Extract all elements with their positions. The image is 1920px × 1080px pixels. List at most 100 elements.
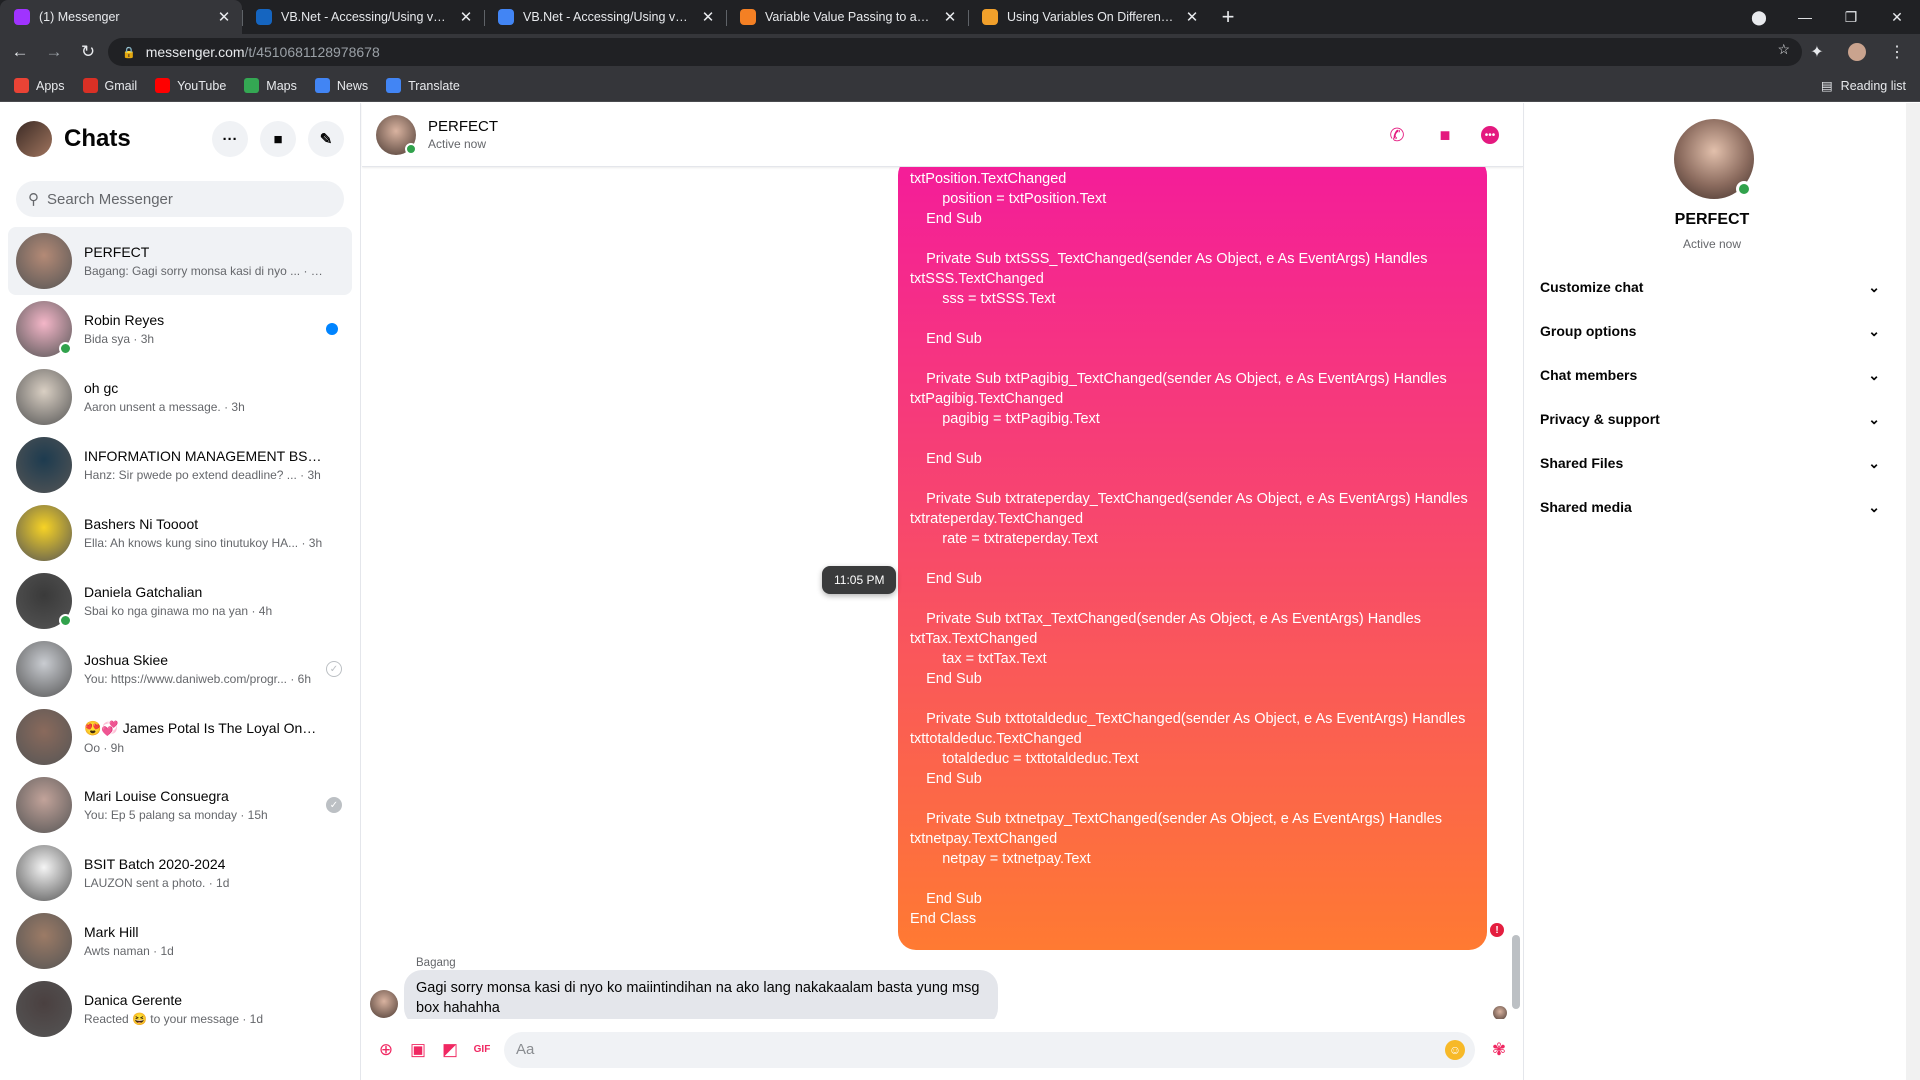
- message-input[interactable]: Aa ☺: [504, 1031, 1475, 1068]
- sticker-icon[interactable]: ◩: [434, 1034, 466, 1066]
- chat-avatar: [16, 505, 72, 561]
- browser-tab[interactable]: VB.Net - Accessing/Using variabl ✕: [242, 0, 484, 34]
- incoming-sender-avatar[interactable]: [370, 990, 398, 1018]
- close-tab-icon[interactable]: ✕: [1184, 8, 1200, 26]
- chat-list-item[interactable]: Daniela Gatchalian Sbai ko nga ginawa mo…: [8, 567, 352, 635]
- audio-call-icon[interactable]: ✆: [1385, 123, 1409, 147]
- chat-name: Bashers Ni Toooot: [84, 516, 199, 532]
- extensions-icon[interactable]: ✦: [1804, 38, 1830, 66]
- send-error-icon[interactable]: !: [1490, 923, 1504, 937]
- outgoing-message-bubble[interactable]: txtPosition.TextChanged position = txtPo…: [898, 167, 1487, 950]
- url-field[interactable]: 🔒 messenger.com/t/4510681128978678 ☆: [108, 38, 1802, 66]
- chat-avatar: [16, 233, 72, 289]
- bookmark-item[interactable]: Gmail: [82, 78, 138, 93]
- chevron-down-icon: ⌄: [1868, 410, 1880, 427]
- chat-list-item[interactable]: oh gc Aaron unsent a message. · 3h: [8, 363, 352, 431]
- reload-icon[interactable]: ↻: [74, 38, 102, 66]
- minimize-icon[interactable]: —: [1782, 0, 1828, 34]
- chevron-down-icon: ⌄: [1868, 454, 1880, 471]
- details-option[interactable]: Customize chat ⌄: [1540, 265, 1886, 309]
- bookmark-label: Translate: [408, 78, 460, 93]
- details-option[interactable]: Shared media ⌄: [1540, 485, 1886, 529]
- chat-preview: LAUZON sent a photo. · 1d: [84, 876, 230, 890]
- online-indicator: [405, 142, 417, 155]
- chat-list-item[interactable]: 😍💞 James Potal Is The Loyal One ... Oo ·…: [8, 703, 352, 771]
- reading-list-button[interactable]: ▤ Reading list: [1821, 78, 1906, 94]
- bookmark-item[interactable]: News: [314, 78, 368, 93]
- forward-arrow-icon[interactable]: →: [40, 38, 68, 66]
- close-tab-icon[interactable]: ✕: [458, 8, 474, 26]
- close-window-icon[interactable]: ✕: [1874, 0, 1920, 34]
- message-timestamp-tooltip: 11:05 PM: [822, 566, 897, 594]
- chat-list-item[interactable]: Mark Hill Awts naman · 1d: [8, 907, 352, 975]
- chat-list-item[interactable]: PERFECT Bagang: Gagi sorry monsa kasi di…: [8, 227, 352, 295]
- incoming-message-bubble[interactable]: Gagi sorry monsa kasi di nyo ko maiintin…: [404, 970, 998, 1019]
- chat-list-item[interactable]: Robin Reyes Bida sya · 3h: [8, 295, 352, 363]
- tab-title: Using Variables On Different For: [1007, 10, 1175, 24]
- more-actions-plus-icon[interactable]: ⊕: [370, 1034, 402, 1066]
- back-arrow-icon[interactable]: ←: [6, 38, 34, 66]
- chat-preview: Aaron unsent a message. · 3h: [84, 400, 245, 414]
- details-option[interactable]: Chat members ⌄: [1540, 353, 1886, 397]
- gif-icon[interactable]: GIF: [466, 1034, 498, 1066]
- chevron-down-icon: ⌄: [1868, 278, 1880, 295]
- bookmark-label: Apps: [36, 78, 65, 93]
- details-option-label: Customize chat: [1540, 279, 1644, 295]
- browser-tab[interactable]: Variable Value Passing to another ✕: [726, 0, 968, 34]
- browser-menu-icon[interactable]: ⋮: [1884, 38, 1910, 66]
- browser-tab[interactable]: Using Variables On Different For ✕: [968, 0, 1210, 34]
- profile-avatar[interactable]: [1844, 38, 1870, 66]
- maximize-icon[interactable]: ❐: [1828, 0, 1874, 34]
- messenger-icon: [14, 9, 30, 25]
- message-composer: ⊕ ▣ ◩ GIF Aa ☺ ✾: [362, 1019, 1523, 1080]
- scrollbar-thumb[interactable]: [1512, 935, 1520, 1009]
- close-tab-icon[interactable]: ✕: [700, 8, 716, 26]
- browser-tab[interactable]: VB.Net - Accessing/Using variabl ✕: [484, 0, 726, 34]
- details-option[interactable]: Shared Files ⌄: [1540, 441, 1886, 485]
- browser-tab[interactable]: (1) Messenger ✕: [0, 0, 242, 34]
- details-option[interactable]: Group options ⌄: [1540, 309, 1886, 353]
- attach-image-icon[interactable]: ▣: [402, 1034, 434, 1066]
- bookmark-item[interactable]: Maps: [244, 78, 297, 93]
- details-avatar[interactable]: [1674, 119, 1754, 199]
- thread-scrollbar[interactable]: [1509, 167, 1523, 1019]
- bookmark-item[interactable]: Apps: [14, 78, 65, 93]
- chat-list: PERFECT Bagang: Gagi sorry monsa kasi di…: [0, 227, 360, 1043]
- close-tab-icon[interactable]: ✕: [942, 8, 958, 26]
- conversation-name[interactable]: PERFECT: [428, 118, 498, 135]
- close-tab-icon[interactable]: ✕: [216, 8, 232, 26]
- conversation-status: Active now: [428, 137, 487, 151]
- lock-icon: 🔒: [122, 46, 136, 59]
- chat-preview: Sbai ko nga ginawa mo na yan · 4h: [84, 604, 273, 618]
- emoji-icon[interactable]: ☺: [1445, 1039, 1465, 1060]
- gmail-icon: [82, 78, 98, 93]
- conversation-info-icon[interactable]: •••: [1481, 126, 1499, 144]
- unread-dot: [326, 323, 338, 335]
- chat-list-item[interactable]: Bashers Ni Toooot Ella: Ah knows kung si…: [8, 499, 352, 567]
- chat-list-item[interactable]: Danica Gerente Reacted 😆 to your message…: [8, 975, 352, 1043]
- more-options-button[interactable]: ···: [212, 121, 248, 157]
- details-scrollbar[interactable]: [1906, 103, 1920, 1080]
- my-avatar[interactable]: [16, 121, 52, 157]
- quick-reaction-icon[interactable]: ✾: [1483, 1034, 1515, 1066]
- details-options: Customize chat ⌄ Group options ⌄ Chat member…: [1540, 265, 1886, 529]
- new-room-video-button[interactable]: ■: [260, 121, 296, 157]
- bookmark-star-icon[interactable]: ☆: [1777, 41, 1790, 58]
- chat-preview: You: https://www.daniweb.com/progr... · …: [84, 672, 312, 686]
- chat-avatar: [16, 709, 72, 765]
- chat-list-item[interactable]: Mari Louise Consuegra You: Ep 5 palang s…: [8, 771, 352, 839]
- conversation-avatar[interactable]: [376, 114, 417, 155]
- new-tab-button[interactable]: +: [1210, 0, 1246, 34]
- chat-list-item[interactable]: BSIT Batch 2020-2024 LAUZON sent a photo…: [8, 839, 352, 907]
- search-messenger-field[interactable]: ⚲ Search Messenger: [16, 181, 344, 217]
- new-message-button[interactable]: ✎: [308, 121, 344, 157]
- bookmark-item[interactable]: YouTube: [155, 78, 226, 93]
- details-option[interactable]: Privacy & support ⌄: [1540, 397, 1886, 441]
- bookmark-item[interactable]: Translate: [386, 78, 460, 93]
- video-call-icon[interactable]: ■: [1433, 123, 1457, 147]
- chat-list-item[interactable]: INFORMATION MANAGEMENT BSIT... Hanz: Sir…: [8, 431, 352, 499]
- profile-menu-icon[interactable]: ⬤: [1736, 0, 1782, 34]
- chat-list-item[interactable]: Joshua Skiee You: https://www.daniweb.co…: [8, 635, 352, 703]
- tab-title: Variable Value Passing to another: [765, 10, 933, 24]
- bookmark-label: Gmail: [104, 78, 138, 93]
